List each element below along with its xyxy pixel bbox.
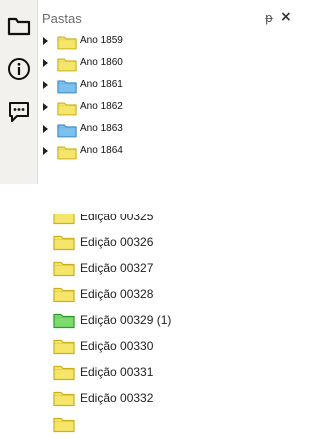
tree-item[interactable]: Ano 1861 (38, 76, 294, 96)
folder-icon (53, 312, 75, 334)
expand-arrow-icon[interactable] (43, 37, 48, 45)
list-item[interactable] (0, 414, 294, 436)
panel-header: Pastas ᵽ × (38, 8, 294, 30)
list-item-label: Edição 00332 (80, 391, 154, 405)
tree-item-label: Ano 1861 (80, 79, 123, 90)
folder-icon (53, 234, 75, 256)
list-item[interactable]: Edição 00331 (0, 362, 294, 384)
list-item-label: Edição 00326 (80, 235, 154, 249)
edition-list: Edição 00325 Edição 00326 Edição 00327 Ediç… (0, 214, 294, 439)
list-item[interactable]: Edição 00326 (0, 232, 294, 254)
expand-arrow-icon[interactable] (43, 103, 48, 111)
list-item-label: Edição 00330 (80, 339, 154, 353)
comment-rail-button[interactable] (4, 100, 33, 129)
tree-item-label: Ano 1864 (80, 145, 123, 156)
comment-icon (7, 100, 31, 129)
list-item[interactable]: Edição 00328 (0, 284, 294, 306)
list-item[interactable]: Edição 00329 (1) (0, 310, 294, 332)
expand-arrow-icon[interactable] (43, 147, 48, 155)
close-icon[interactable]: × (280, 9, 292, 25)
info-icon (7, 57, 31, 86)
folder-icon (53, 338, 75, 360)
folder-icon (57, 145, 77, 165)
expand-arrow-icon[interactable] (43, 59, 48, 67)
folders-screen: Pastas ᵽ × Ano 1859 Ano 1860 Ano 1861 Ano 1… (0, 0, 294, 439)
folder-icon (7, 16, 31, 41)
folder-icon (53, 390, 75, 412)
folders-panel: Pastas ᵽ × Ano 1859 Ano 1860 Ano 1861 Ano 1… (0, 0, 294, 184)
list-item[interactable]: Edição 00332 (0, 388, 294, 410)
folder-rail-button[interactable] (4, 14, 33, 43)
list-item-label: Edição 00328 (80, 287, 154, 301)
folder-icon (53, 214, 75, 230)
tree-item-label: Ano 1859 (80, 35, 123, 46)
expand-arrow-icon[interactable] (43, 81, 48, 89)
list-item-label: Edição 00325 (80, 214, 154, 223)
pin-icon[interactable]: ᵽ (265, 11, 273, 25)
folder-icon (53, 260, 75, 282)
list-item[interactable]: Edição 00325 (0, 214, 294, 228)
folder-icon (57, 123, 77, 143)
tree-item-label: Ano 1863 (80, 123, 123, 134)
folder-icon (57, 57, 77, 77)
folder-icon (53, 416, 75, 438)
panel-gap (0, 184, 294, 214)
tree-item[interactable]: Ano 1859 (38, 32, 294, 52)
list-item-label: Edição 00329 (1) (80, 313, 172, 327)
tree-item-label: Ano 1862 (80, 101, 123, 112)
list-item-label: Edição 00331 (80, 365, 154, 379)
tree-item-label: Ano 1860 (80, 57, 123, 68)
panel-title: Pastas (42, 11, 82, 26)
folder-icon (57, 79, 77, 99)
list-item-label: Edição 00327 (80, 261, 154, 275)
side-rail (0, 0, 38, 184)
folder-icon (53, 364, 75, 386)
tree-item[interactable]: Ano 1864 (38, 142, 294, 162)
tree-item[interactable]: Ano 1863 (38, 120, 294, 140)
folder-icon (57, 101, 77, 121)
panel-body: Pastas ᵽ × Ano 1859 Ano 1860 Ano 1861 Ano 1… (38, 0, 294, 184)
folder-icon (53, 286, 75, 308)
tree-item[interactable]: Ano 1860 (38, 54, 294, 74)
list-item[interactable]: Edição 00330 (0, 336, 294, 358)
expand-arrow-icon[interactable] (43, 125, 48, 133)
list-item[interactable]: Edição 00327 (0, 258, 294, 280)
tree-item[interactable]: Ano 1862 (38, 98, 294, 118)
folder-icon (57, 35, 77, 55)
info-rail-button[interactable] (4, 57, 33, 86)
